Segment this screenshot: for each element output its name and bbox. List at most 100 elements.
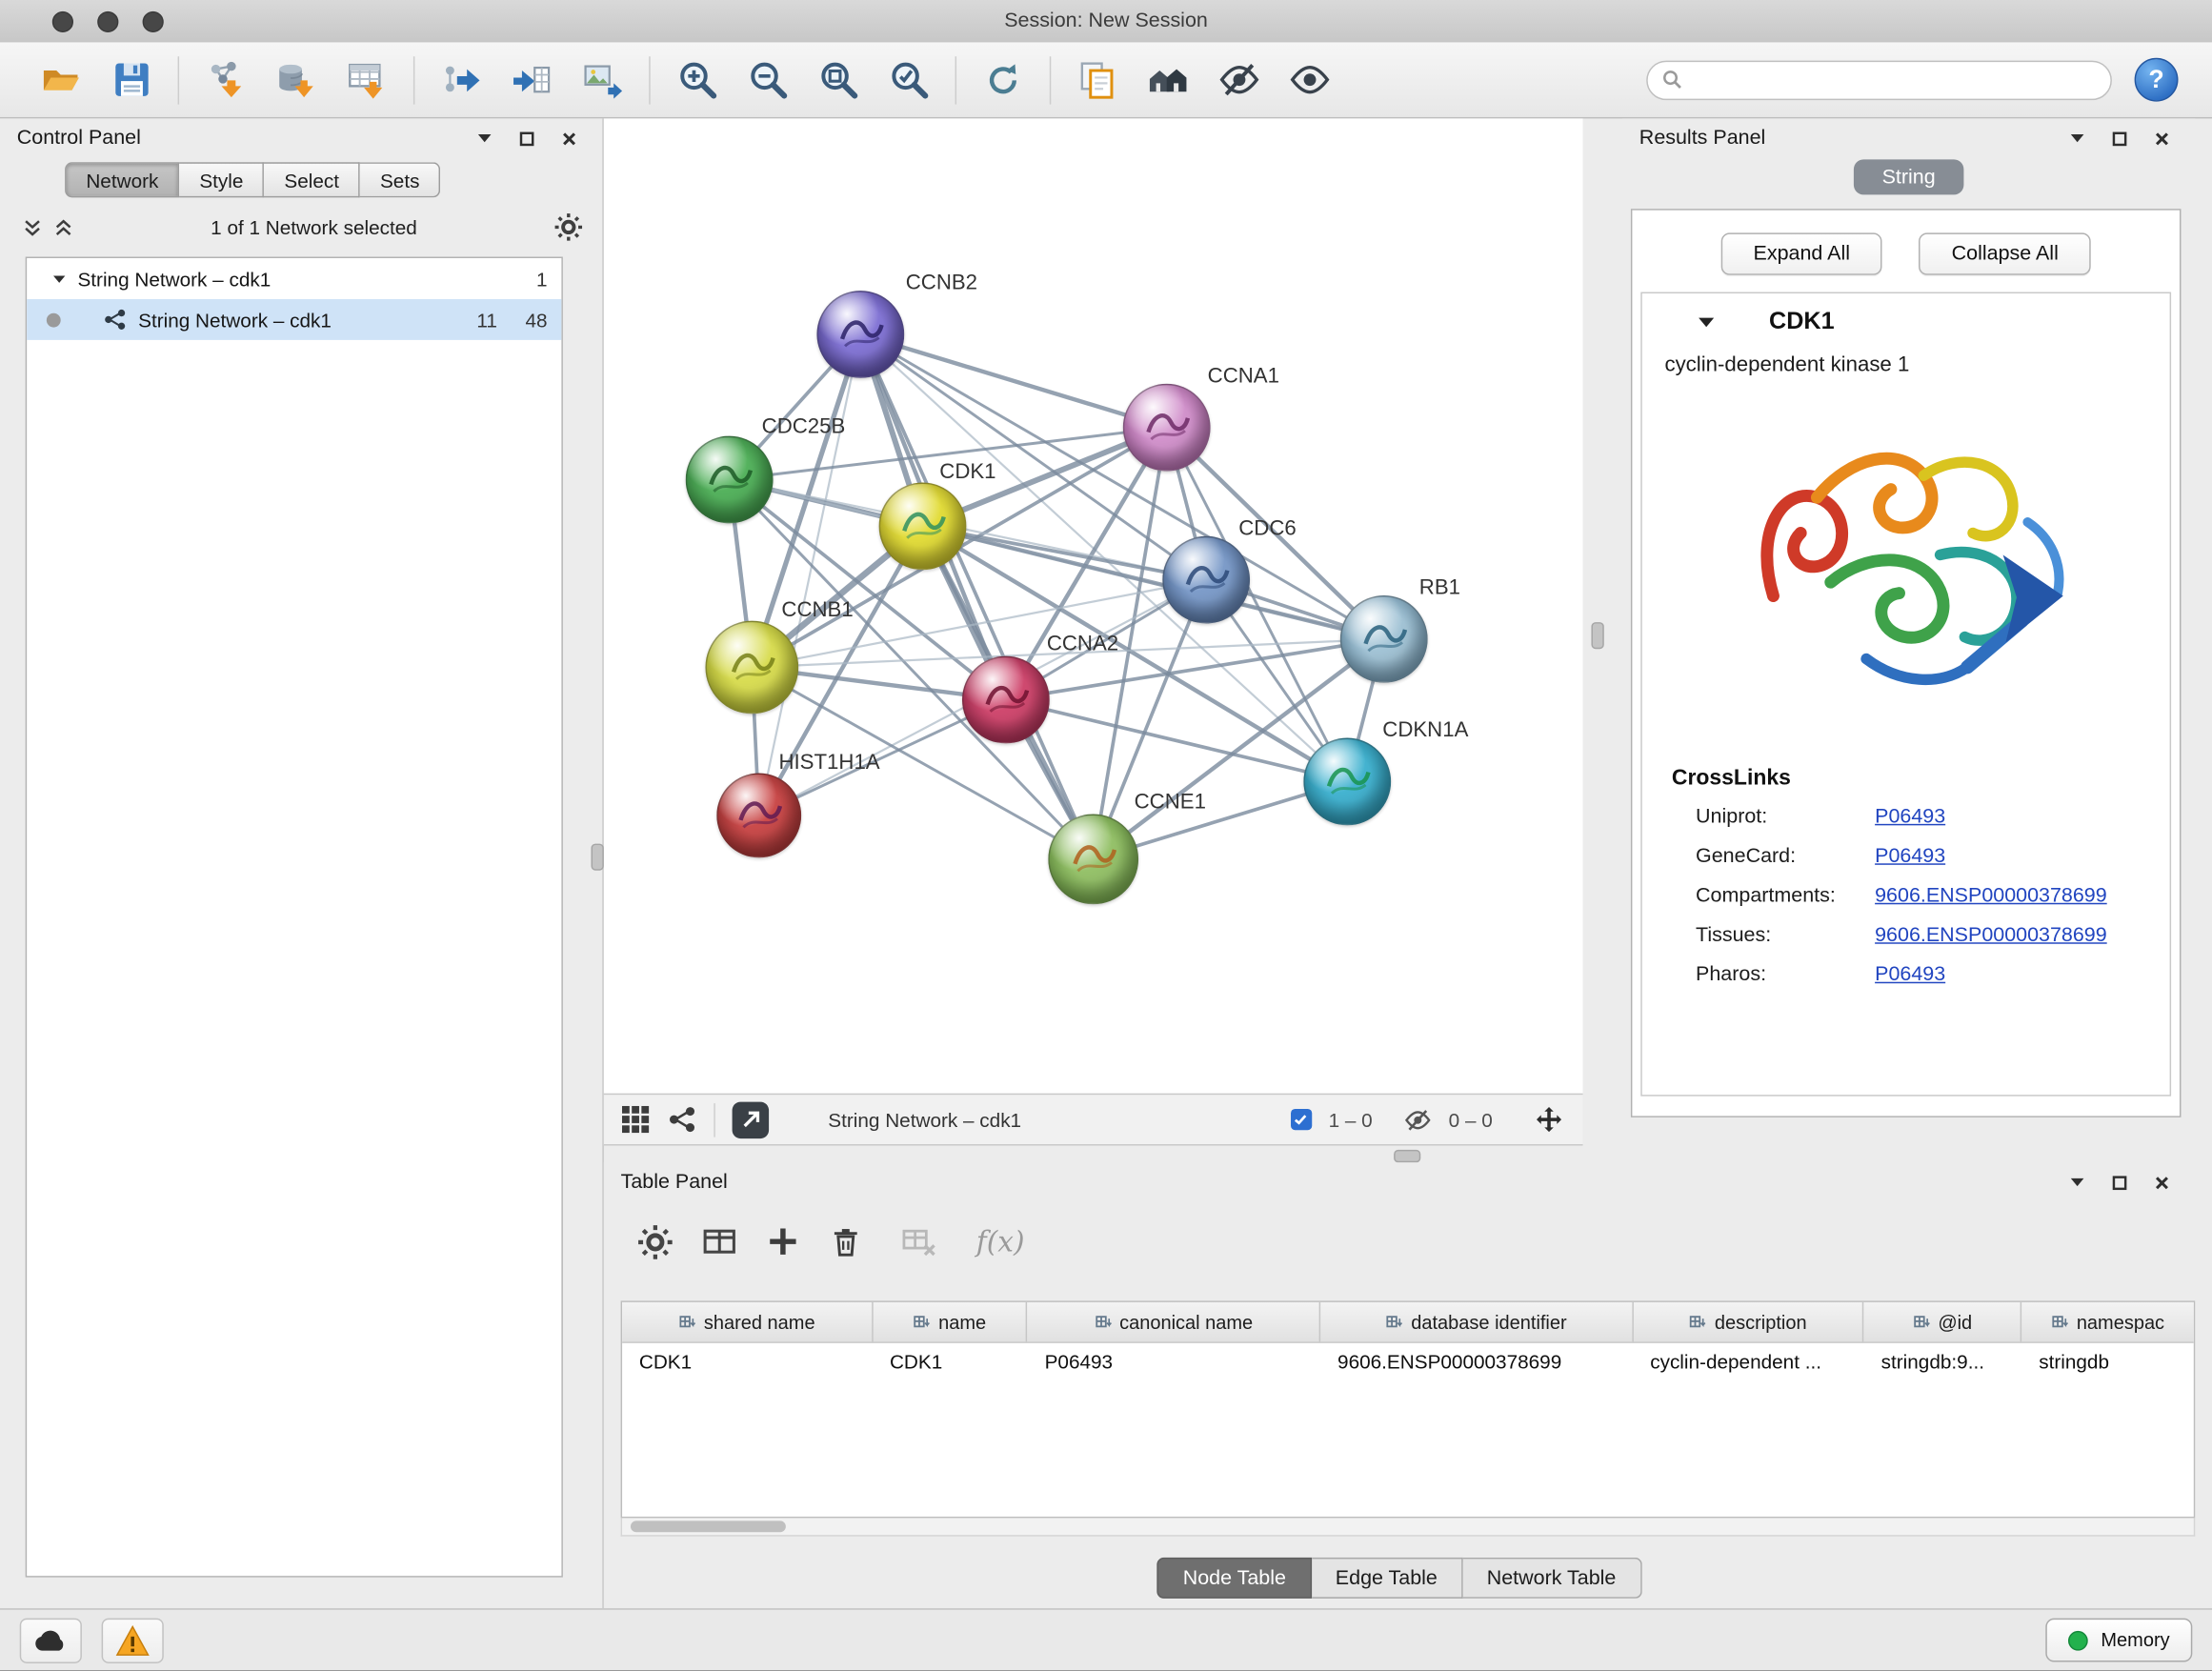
- tab-string[interactable]: String: [1854, 159, 1964, 194]
- section-collapse-icon[interactable]: [1698, 315, 1716, 328]
- zoom-out-button[interactable]: [733, 49, 803, 111]
- network-edge[interactable]: [860, 334, 1166, 428]
- collapse-all-icon[interactable]: [23, 216, 43, 237]
- import-network-from-database-button[interactable]: [261, 49, 332, 111]
- save-session-button[interactable]: [96, 49, 167, 111]
- crosslink-link[interactable]: P06493: [1875, 806, 1945, 829]
- search-input[interactable]: [1693, 68, 2097, 91]
- expand-all-icon[interactable]: [53, 216, 73, 237]
- cell-database-identifier[interactable]: 9606.ENSP00000378699: [1320, 1343, 1633, 1380]
- panel-close-icon[interactable]: [2144, 124, 2179, 152]
- crosslink-link[interactable]: P06493: [1875, 845, 1945, 868]
- panel-close-icon[interactable]: [552, 124, 586, 152]
- cell-id[interactable]: stringdb:9...: [1864, 1343, 2022, 1380]
- network-node-CCNA2[interactable]: [962, 656, 1050, 744]
- column-header[interactable]: name: [873, 1302, 1028, 1341]
- export-image-button[interactable]: [567, 49, 637, 111]
- cloud-status-button[interactable]: [20, 1618, 82, 1662]
- network-node-CDK1[interactable]: [879, 482, 967, 570]
- apply-layout-button[interactable]: [968, 49, 1038, 111]
- right-splitter-handle[interactable]: [1591, 622, 1603, 649]
- import-table-from-file-button[interactable]: [332, 49, 402, 111]
- cell-name[interactable]: CDK1: [873, 1343, 1028, 1380]
- bottom-splitter-handle[interactable]: [1394, 1150, 1420, 1162]
- network-node-CCNE1[interactable]: [1048, 814, 1138, 904]
- network-canvas[interactable]: CCNB2CCNA1CDC25BCDK1CDC6RB1CCNB1CCNA2CDK…: [604, 118, 1583, 1093]
- panel-close-icon[interactable]: [2144, 1168, 2179, 1197]
- network-node-CDC6[interactable]: [1162, 536, 1250, 624]
- import-network-from-file-button[interactable]: [191, 49, 261, 111]
- crosslink-link[interactable]: P06493: [1875, 963, 1945, 986]
- open-view-in-new-window-button[interactable]: [733, 1101, 770, 1138]
- tab-network-table[interactable]: Network Table: [1463, 1558, 1641, 1599]
- network-node-CDC25B[interactable]: [686, 436, 774, 524]
- network-options-gear-icon[interactable]: [554, 213, 583, 242]
- show-neighborhood-button[interactable]: [1133, 49, 1203, 111]
- cell-canonical-name[interactable]: P06493: [1028, 1343, 1320, 1380]
- network-collection-row[interactable]: String Network – cdk1 1: [27, 258, 561, 299]
- table-row[interactable]: CDK1 CDK1 P06493 9606.ENSP00000378699 cy…: [622, 1343, 2194, 1380]
- memory-button[interactable]: Memory: [2046, 1619, 2193, 1662]
- hide-selected-button[interactable]: [1203, 49, 1274, 111]
- network-node-RB1[interactable]: [1340, 595, 1428, 683]
- cell-shared-name[interactable]: CDK1: [622, 1343, 873, 1380]
- column-header[interactable]: @id: [1864, 1302, 2022, 1341]
- zoom-fit-button[interactable]: [803, 49, 874, 111]
- tab-select[interactable]: Select: [265, 162, 361, 197]
- search-box[interactable]: [1646, 60, 2112, 99]
- cell-description[interactable]: cyclin-dependent ...: [1633, 1343, 1863, 1380]
- column-header[interactable]: description: [1633, 1302, 1863, 1341]
- delete-column-icon[interactable]: [828, 1224, 863, 1259]
- panel-menu-icon[interactable]: [467, 124, 501, 152]
- panel-menu-icon[interactable]: [2060, 1168, 2094, 1197]
- share-network-icon[interactable]: [667, 1105, 696, 1135]
- tab-sets[interactable]: Sets: [360, 162, 440, 197]
- column-header[interactable]: namespac: [2021, 1302, 2193, 1341]
- network-edge[interactable]: [759, 334, 861, 815]
- copy-document-button[interactable]: [1062, 49, 1133, 111]
- tree-expand-icon[interactable]: [52, 273, 67, 285]
- network-row[interactable]: String Network – cdk1 11 48: [27, 299, 561, 340]
- add-column-icon[interactable]: [766, 1224, 800, 1258]
- open-session-button[interactable]: [26, 49, 96, 111]
- tab-node-table[interactable]: Node Table: [1157, 1558, 1312, 1599]
- cell-namespace[interactable]: stringdb: [2021, 1343, 2193, 1380]
- network-edge[interactable]: [860, 334, 1093, 859]
- show-all-button[interactable]: [1274, 49, 1344, 111]
- column-header[interactable]: shared name: [622, 1302, 873, 1341]
- collapse-all-button[interactable]: Collapse All: [1920, 232, 2091, 274]
- zoom-selected-button[interactable]: [874, 49, 944, 111]
- network-node-CCNB2[interactable]: [816, 291, 904, 378]
- expand-all-button[interactable]: Expand All: [1720, 232, 1882, 274]
- table-horizontal-scrollbar[interactable]: [621, 1518, 2196, 1536]
- new-network-from-selection-button[interactable]: [426, 49, 496, 111]
- network-node-HIST1H1A[interactable]: [716, 774, 801, 858]
- column-header[interactable]: database identifier: [1320, 1302, 1633, 1341]
- tab-style[interactable]: Style: [180, 162, 265, 197]
- crosslink-link[interactable]: 9606.ENSP00000378699: [1875, 924, 2107, 947]
- warnings-button[interactable]: [102, 1618, 164, 1662]
- panel-float-icon[interactable]: [2102, 1168, 2137, 1197]
- network-node-CDKN1A[interactable]: [1303, 738, 1391, 826]
- left-splitter-handle[interactable]: [591, 844, 603, 871]
- help-button[interactable]: ?: [2135, 58, 2179, 102]
- tab-network[interactable]: Network: [65, 162, 179, 197]
- panel-float-icon[interactable]: [2102, 124, 2137, 152]
- pan-move-icon[interactable]: [1532, 1103, 1566, 1136]
- crosslink-link[interactable]: 9606.ENSP00000378699: [1875, 885, 2107, 908]
- network-node-CCNA1[interactable]: [1123, 384, 1211, 472]
- birdseye-view-icon[interactable]: [621, 1105, 651, 1135]
- panel-float-icon[interactable]: [510, 124, 544, 152]
- selected-checkbox-icon[interactable]: [1291, 1109, 1312, 1130]
- select-columns-icon[interactable]: [701, 1223, 738, 1260]
- network-node-CCNB1[interactable]: [705, 621, 798, 715]
- panel-menu-icon[interactable]: [2060, 124, 2094, 152]
- column-header[interactable]: canonical name: [1028, 1302, 1320, 1341]
- network-to-table-button[interactable]: [496, 49, 567, 111]
- scrollbar-thumb[interactable]: [631, 1520, 786, 1532]
- table-settings-gear-icon[interactable]: [637, 1224, 673, 1259]
- zoom-in-button[interactable]: [662, 49, 733, 111]
- network-edge[interactable]: [1006, 700, 1347, 782]
- function-builder-button[interactable]: f(x): [976, 1224, 1025, 1258]
- tab-edge-table[interactable]: Edge Table: [1312, 1558, 1463, 1599]
